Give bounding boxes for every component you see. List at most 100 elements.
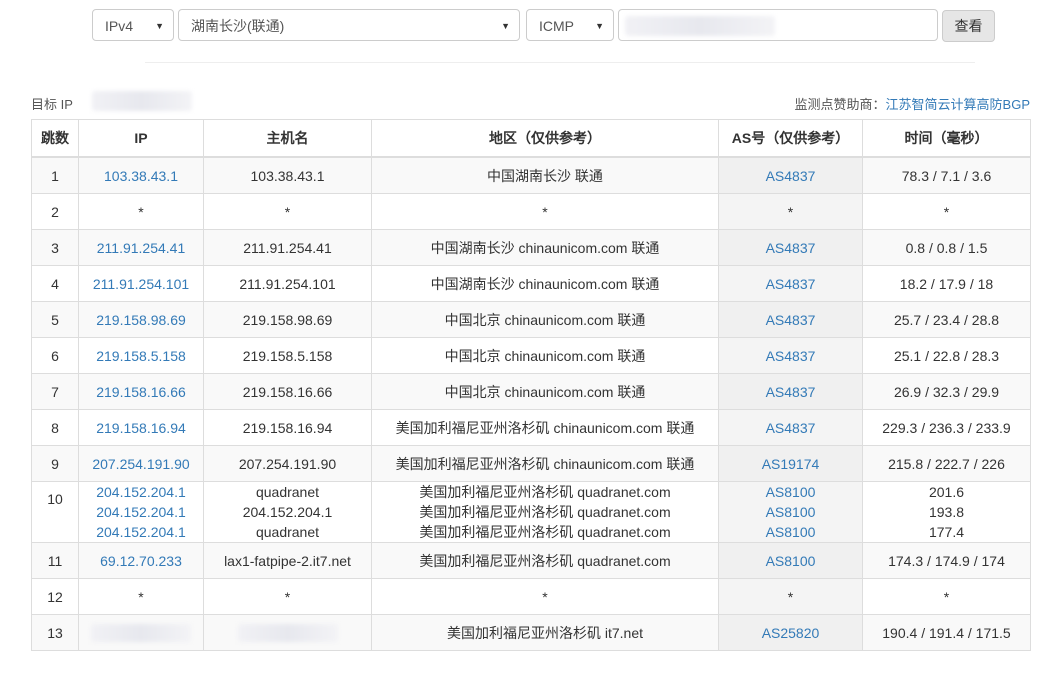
asn-cell-value[interactable]: AS25820 <box>721 623 860 643</box>
ip-cell-value[interactable]: 211.91.254.41 <box>81 238 201 258</box>
table-header-row: 跳数 IP 主机名 地区（仅供参考） AS号（仅供参考） 时间（毫秒） <box>31 119 1031 158</box>
hop-cell: 13 <box>31 614 79 651</box>
hop-cell: 1 <box>31 156 79 194</box>
region-cell: 中国湖南长沙 chinaunicom.com 联通 <box>371 229 719 266</box>
host-cell-value: 211.91.254.41 <box>243 239 332 256</box>
cell-lines: * <box>721 202 860 222</box>
region-cell-value: 中国北京 chinaunicom.com 联通 <box>444 347 646 364</box>
table-row: 13 美国加利福尼亚州洛杉矶 it7.net AS25820 190.4 / 191.… <box>31 614 1031 651</box>
asn-cell-value[interactable]: AS8100 <box>721 483 860 503</box>
ip-cell-value[interactable]: 69.12.70.233 <box>81 551 201 571</box>
hop-cell: 5 <box>31 301 79 338</box>
asn-cell: * <box>718 578 863 615</box>
ip-cell-value[interactable]: 219.158.16.66 <box>81 382 201 402</box>
cell-lines: 中国北京 chinaunicom.com 联通 <box>374 310 716 330</box>
time-cell: * <box>862 578 1031 615</box>
host-cell: * <box>203 193 372 230</box>
asn-cell-value: * <box>787 588 794 605</box>
asn-cell-value[interactable]: AS19174 <box>721 454 860 474</box>
col-header-ip: IP <box>78 119 204 158</box>
ip-cell: 204.152.204.1 204.152.204.1 204.152.204.1 <box>78 481 204 543</box>
ip-cell: 219.158.16.94 <box>78 409 204 446</box>
ip-cell-value[interactable]: 204.152.204.1 <box>81 522 201 542</box>
col-header-hop: 跳数 <box>31 119 79 158</box>
cell-lines: 18.2 / 17.9 / 18 <box>865 274 1028 294</box>
ip-cell-value[interactable]: 211.91.254.101 <box>81 274 201 294</box>
time-cell-value: 174.3 / 174.9 / 174 <box>888 552 1005 569</box>
host-cell-value: quadranet <box>255 524 320 540</box>
ip-cell-value[interactable]: 103.38.43.1 <box>81 166 201 186</box>
cell-lines: 中国北京 chinaunicom.com 联通 <box>374 382 716 402</box>
cell-lines: 美国加利福尼亚州洛杉矶 chinaunicom.com 联通 <box>374 454 716 474</box>
asn-cell: AS8100 AS8100 AS8100 <box>718 481 863 543</box>
ip-cell-value[interactable]: 207.254.191.90 <box>81 454 201 474</box>
asn-cell-value[interactable]: AS8100 <box>721 522 860 542</box>
sponsor-info: 监测点赞助商：江苏智简云计算高防BGP <box>795 94 1030 113</box>
region-cell: * <box>371 193 719 230</box>
target-input[interactable] <box>618 9 938 41</box>
ip-cell-value[interactable]: 219.158.5.158 <box>81 346 201 366</box>
ip-cell: 219.158.16.66 <box>78 373 204 410</box>
asn-cell-value[interactable]: AS4837 <box>721 346 860 366</box>
asn-cell-value[interactable]: AS8100 <box>721 551 860 571</box>
location-select[interactable]: 湖南长沙(联通) ▼ <box>178 9 520 41</box>
cell-lines: 229.3 / 236.3 / 233.9 <box>865 418 1028 438</box>
hop-cell: 9 <box>31 445 79 482</box>
cell-lines: 211.91.254.41 <box>206 238 369 258</box>
region-cell: 美国加利福尼亚州洛杉矶 quadranet.com 美国加利福尼亚州洛杉矶 qua… <box>371 481 719 543</box>
method-value: ICMP <box>539 18 574 34</box>
asn-cell-value[interactable]: AS8100 <box>721 502 860 522</box>
asn-cell: AS4837 <box>718 265 863 302</box>
ip-cell-value[interactable]: 219.158.16.94 <box>81 418 201 438</box>
asn-cell-value[interactable]: AS4837 <box>721 418 860 438</box>
asn-cell: AS4837 <box>718 337 863 374</box>
method-select[interactable]: ICMP ▼ <box>526 9 614 41</box>
host-cell <box>203 614 372 651</box>
cell-lines: 中国湖南长沙 chinaunicom.com 联通 <box>374 274 716 294</box>
ip-cell-value[interactable]: 219.158.98.69 <box>81 310 201 330</box>
query-button[interactable]: 查看 <box>942 10 995 42</box>
asn-cell-value[interactable]: AS4837 <box>721 166 860 186</box>
cell-lines: quadranet 204.152.204.1 quadranet <box>206 483 369 542</box>
protocol-select[interactable]: IPv4 ▼ <box>92 9 174 41</box>
caret-down-icon: ▼ <box>595 21 604 31</box>
asn-cell-value: * <box>787 203 794 220</box>
table-row: 6 219.158.5.158 219.158.5.158 中国北京 chinauni… <box>31 337 1031 374</box>
protocol-value: IPv4 <box>105 18 134 34</box>
time-cell-value: 78.3 / 7.1 / 3.6 <box>901 167 992 184</box>
cell-lines: 26.9 / 32.3 / 29.9 <box>865 382 1028 402</box>
ip-cell-value: * <box>138 203 144 220</box>
ip-cell-value[interactable]: 204.152.204.1 <box>81 483 201 503</box>
hop-cell: 11 <box>31 542 79 579</box>
cell-lines: 美国加利福尼亚州洛杉矶 it7.net <box>374 623 716 643</box>
hop-cell: 7 <box>31 373 79 410</box>
cell-lines: 219.158.16.66 <box>206 382 369 402</box>
cell-lines: AS4837 <box>721 238 860 258</box>
asn-cell-value[interactable]: AS4837 <box>721 274 860 294</box>
cell-lines: 211.91.254.41 <box>81 238 201 258</box>
host-cell: 211.91.254.41 <box>203 229 372 266</box>
cell-lines: 219.158.5.158 <box>81 346 201 366</box>
col-header-host: 主机名 <box>203 119 372 158</box>
asn-cell: * <box>718 193 863 230</box>
asn-cell-value[interactable]: AS4837 <box>721 382 860 402</box>
ip-cell-value[interactable]: 204.152.204.1 <box>81 502 201 522</box>
table-row: 12 * * * * * <box>31 578 1031 615</box>
time-cell-value: 215.8 / 222.7 / 226 <box>888 455 1005 472</box>
cell-lines: AS4837 <box>721 346 860 366</box>
asn-cell-value[interactable]: AS4837 <box>721 310 860 330</box>
asn-cell-value[interactable]: AS4837 <box>721 238 860 258</box>
redacted-value <box>91 623 191 642</box>
cell-lines: * <box>721 587 860 607</box>
cell-lines: 207.254.191.90 <box>206 454 369 474</box>
region-cell-value: 美国加利福尼亚州洛杉矶 quadranet.com <box>419 524 671 540</box>
region-cell: 美国加利福尼亚州洛杉矶 chinaunicom.com 联通 <box>371 409 719 446</box>
col-header-region: 地区（仅供参考） <box>371 119 719 158</box>
ip-cell: 69.12.70.233 <box>78 542 204 579</box>
host-cell: lax1-fatpipe-2.it7.net <box>203 542 372 579</box>
sponsor-link[interactable]: 江苏智简云计算高防BGP <box>886 97 1030 112</box>
time-cell: 190.4 / 191.4 / 171.5 <box>862 614 1031 651</box>
redacted-target <box>625 16 775 36</box>
time-cell: 25.7 / 23.4 / 28.8 <box>862 301 1031 338</box>
cell-lines: 174.3 / 174.9 / 174 <box>865 551 1028 571</box>
